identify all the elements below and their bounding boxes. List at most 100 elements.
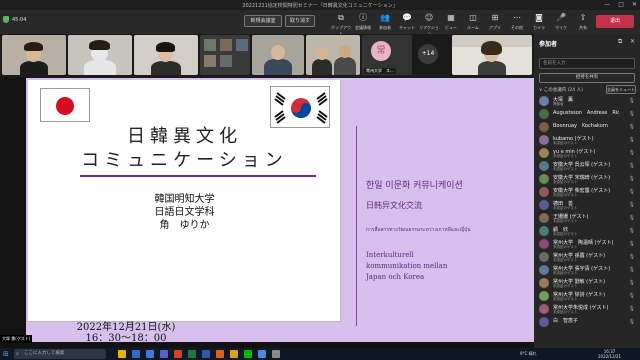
participant-avatar xyxy=(539,317,549,327)
mic-muted-icon[interactable]: 🎙 xyxy=(629,306,635,312)
mic-muted-icon[interactable]: 🎙 xyxy=(629,215,635,221)
tool-label: ルーム xyxy=(467,25,479,30)
participant-row[interactable]: 顧 欣未認証のゲスト 🎙 xyxy=(537,225,638,238)
participant-row[interactable]: kubamo (ゲスト) 未認証のゲスト 🎙 xyxy=(537,134,638,147)
file-explorer-icon[interactable] xyxy=(118,350,126,358)
participant-row[interactable]: 德田 善未認証のゲスト 🎙 xyxy=(537,199,638,212)
participant-row[interactable]: yu e min (ゲスト) 未認証のゲスト 🎙 xyxy=(537,147,638,160)
close-icon[interactable]: ✕ xyxy=(630,38,635,45)
toolbar-tool[interactable]: ⇧ 共有 xyxy=(572,13,594,31)
video-tile[interactable] xyxy=(452,35,532,75)
powerpoint-icon[interactable] xyxy=(174,350,182,358)
windows-start-icon[interactable]: ⊞ xyxy=(3,350,11,358)
video-tile[interactable] xyxy=(68,35,132,75)
mic-muted-icon[interactable]: 🎙 xyxy=(629,319,635,325)
mic-muted-icon[interactable]: 🎙 xyxy=(629,228,635,234)
edge-icon[interactable] xyxy=(132,350,140,358)
participant-row[interactable]: 白 智恵子 🎙 xyxy=(537,316,638,329)
taskbar-clock[interactable]: 16:37 2022/12/21 xyxy=(598,349,621,359)
vertical-divider xyxy=(356,126,357,326)
taskbar-search[interactable]: ⌕ ここに入力して検索 xyxy=(14,349,106,359)
mic-muted-icon[interactable]: 🎙 xyxy=(629,267,635,273)
toolbar-tool[interactable]: 👥 参加者 xyxy=(374,13,396,31)
mic-muted-icon[interactable]: 🎙 xyxy=(629,202,635,208)
participant-row[interactable]: 王姗姗 (ゲスト) 未認証のゲスト 🎙 xyxy=(537,212,638,225)
zoom-icon[interactable] xyxy=(258,350,266,358)
participant-avatar xyxy=(539,213,549,223)
close-button[interactable]: ✕ xyxy=(632,1,637,8)
mic-muted-icon[interactable]: 🎙 xyxy=(629,241,635,247)
window-titlebar: 20221221協定校間特別セミナー「日韓異文化コミュニケーション」 — □ ✕ xyxy=(0,0,640,10)
participant-row[interactable]: Boonruay Kochakorn 🎙 xyxy=(537,121,638,134)
toolbar-tool[interactable]: ⊞ アプリ xyxy=(484,13,506,31)
mic-muted-icon[interactable]: 🎙 xyxy=(629,150,635,156)
office-icon[interactable] xyxy=(216,350,224,358)
participant-avatar xyxy=(539,96,549,106)
line-icon[interactable] xyxy=(244,350,252,358)
word-icon[interactable] xyxy=(202,350,210,358)
new-room-button[interactable]: 新規会議室 xyxy=(244,15,282,27)
participant-row[interactable]: 安徽大学 呉云塚 (ゲスト) 未認証のゲスト 🎙 xyxy=(537,160,638,173)
participant-row[interactable]: 常州大学 劉敏 (ゲスト) 未認証のゲスト 🎙 xyxy=(537,277,638,290)
mic-muted-icon[interactable]: 🎙 xyxy=(629,98,635,104)
mic-muted-icon[interactable]: 🎙 xyxy=(629,176,635,182)
tool-icon: ▦ xyxy=(447,13,455,22)
participant-row[interactable]: Augustsson Andreas Rickard 🎙 xyxy=(537,108,638,121)
participant-row[interactable]: 常州大学 孫露 (ゲスト) 未認証のゲスト 🎙 xyxy=(537,251,638,264)
mic-muted-icon[interactable]: 🎙 xyxy=(629,293,635,299)
video-tile[interactable] xyxy=(306,35,360,75)
participant-row[interactable]: 常州大学 張宇清 (ゲスト) 未認証のゲスト 🎙 xyxy=(537,264,638,277)
japan-flag-icon xyxy=(40,88,90,122)
participant-role: 未認証のゲスト xyxy=(553,154,578,158)
participant-role: 未認証のゲスト xyxy=(553,180,578,184)
participant-row[interactable]: 常州大学 陶温晴 (ゲスト) 未認証のゲスト 🎙 xyxy=(537,238,638,251)
video-tile[interactable] xyxy=(200,35,250,75)
toolbar-tool[interactable]: ⓘ 会議情報 xyxy=(352,13,374,31)
more-participants-badge[interactable]: +14 xyxy=(418,44,438,64)
participants-section-header[interactable]: ∨ この会議内 (24 人) xyxy=(539,87,583,93)
avatar-tile[interactable]: 常 常州大学 ス... xyxy=(362,35,412,75)
participant-row[interactable]: 常州大学朱悦成 (ゲスト) 未認証のゲスト 🎙 xyxy=(537,303,638,316)
video-tile[interactable] xyxy=(134,35,198,75)
tool-icon: 🎤 xyxy=(556,13,566,22)
maximize-button[interactable]: □ xyxy=(618,1,624,8)
cancel-button[interactable]: 取り消す xyxy=(285,15,315,27)
share-invite-button[interactable]: 招待を共有 xyxy=(539,73,635,83)
chrome-icon[interactable] xyxy=(230,350,238,358)
toolbar-tool[interactable]: ▦ ビュー xyxy=(440,13,462,31)
video-tile[interactable] xyxy=(252,35,304,75)
tool-icon: ☺ xyxy=(424,13,434,22)
mic-muted-icon[interactable]: 🎙 xyxy=(629,137,635,143)
mic-muted-icon[interactable]: 🎙 xyxy=(629,189,635,195)
presentation-slide: 日韓異文化 コミュニケーション 韓国明知大学 日語日文学科 角 ゆりか 2022… xyxy=(26,78,534,344)
avatar: 常 xyxy=(371,41,391,61)
leave-button[interactable]: 退出 xyxy=(596,15,634,28)
app-icon[interactable] xyxy=(272,350,280,358)
mic-muted-icon[interactable]: 🎙 xyxy=(629,280,635,286)
toolbar-tool[interactable]: ◫ ルーム xyxy=(462,13,484,31)
participant-search-input[interactable]: 名前を入力 xyxy=(539,58,635,69)
meeting-timer: 45:04 xyxy=(12,17,27,23)
minimize-button[interactable]: — xyxy=(604,1,610,8)
mic-muted-icon[interactable]: 🎙 xyxy=(629,254,635,260)
tool-label: 参加者 xyxy=(379,25,391,30)
mic-muted-icon[interactable]: 🎙 xyxy=(629,124,635,130)
participant-row[interactable]: 安徽大学 柴宏露 (ゲスト) 未認証のゲスト 🎙 xyxy=(537,186,638,199)
participant-row[interactable]: 大塚 薫開催者 🎙 xyxy=(537,95,638,108)
mic-muted-icon[interactable]: 🎙 xyxy=(629,163,635,169)
toolbar-tool[interactable]: 🎤 マイク xyxy=(550,13,572,31)
video-tile[interactable] xyxy=(2,35,66,75)
weather-status[interactable]: 9°C 晴れ xyxy=(520,351,537,357)
mute-all-button[interactable]: 全員をミュート xyxy=(606,85,636,94)
participant-row[interactable]: 常州大学 徐詩 (ゲスト) 未認証のゲスト 🎙 xyxy=(537,290,638,303)
teams-icon[interactable] xyxy=(160,350,168,358)
mail-icon[interactable] xyxy=(146,350,154,358)
toolbar-tool[interactable]: ◙ カメラ xyxy=(528,13,550,31)
toolbar-tool[interactable]: ⋯ その他 xyxy=(506,13,528,31)
excel-icon[interactable] xyxy=(188,350,196,358)
popout-icon[interactable]: ⧉ xyxy=(618,38,622,46)
participant-row[interactable]: 安徽大学 宋瑞琦 (ゲスト) 未認証のゲスト 🎙 xyxy=(537,173,638,186)
toolbar-tool[interactable]: 💬 チャット xyxy=(396,13,418,31)
shared-screen: 日韓異文化 コミュニケーション 韓国明知大学 日語日文学科 角 ゆりか 2022… xyxy=(0,78,534,348)
mic-muted-icon[interactable]: 🎙 xyxy=(629,111,635,117)
